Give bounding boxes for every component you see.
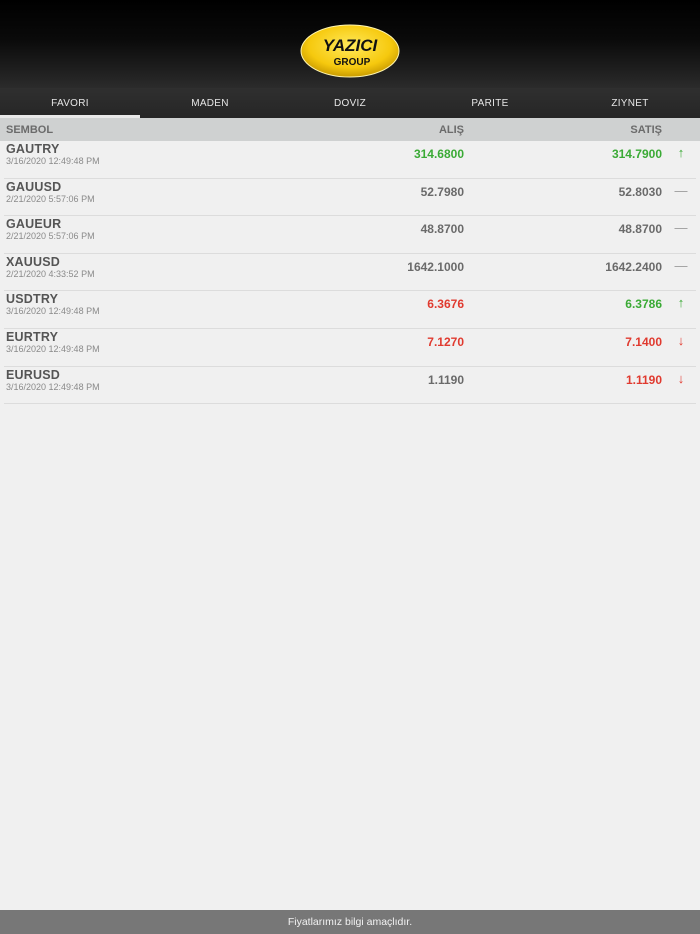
sell-price: 314.7900 bbox=[611, 147, 662, 161]
symbol-label: EURTRY bbox=[6, 329, 59, 344]
sell-price: 48.8700 bbox=[618, 222, 662, 237]
buy-price: 7.1270 bbox=[427, 334, 464, 349]
tab-favori[interactable]: FAVORI bbox=[0, 88, 140, 118]
arrow-up-icon: ↑ bbox=[677, 145, 685, 160]
column-header: SEMBOL ALIŞ SATIŞ bbox=[0, 118, 700, 141]
symbol-label: USDTRY bbox=[6, 292, 59, 307]
update-time: 3/16/2020 12:49:48 PM bbox=[6, 381, 100, 392]
update-time: 2/21/2020 4:33:52 PM bbox=[6, 268, 95, 279]
dash-icon: — bbox=[674, 257, 688, 273]
tab-maden[interactable]: MADEN bbox=[140, 88, 280, 118]
category-tabs: FAVORI MADEN DOVIZ PARITE ZIYNET bbox=[0, 88, 700, 118]
tab-ziynet[interactable]: ZIYNET bbox=[560, 88, 700, 118]
price-row-xauusd[interactable]: XAUUSD 2/21/2020 4:33:52 PM 1642.1000 1642.… bbox=[4, 254, 696, 292]
sell-price: 52.8030 bbox=[618, 184, 662, 199]
price-row-gaueur[interactable]: GAUEUR 2/21/2020 5:57:06 PM 48.8700 48.8700… bbox=[4, 216, 696, 254]
buy-price: 48.8700 bbox=[420, 222, 464, 237]
buy-price: 1.1190 bbox=[427, 372, 464, 387]
buy-price: 1642.1000 bbox=[407, 259, 464, 274]
price-row-eurtry[interactable]: EURTRY 3/16/2020 12:49:48 PM 7.1270 7.1400 ↓ bbox=[4, 329, 696, 367]
buy-price: 6.3676 bbox=[427, 297, 464, 312]
update-time: 2/21/2020 5:57:06 PM bbox=[6, 231, 95, 242]
yazici-group-logo: YAZICI GROUP bbox=[300, 24, 400, 78]
dash-icon: — bbox=[674, 182, 688, 198]
svg-text:YAZICI: YAZICI bbox=[323, 36, 379, 55]
column-sell: SATIŞ bbox=[630, 124, 662, 136]
dash-icon: — bbox=[674, 220, 688, 236]
price-row-gauusd[interactable]: GAUUSD 2/21/2020 5:57:06 PM 52.7980 52.8030… bbox=[4, 179, 696, 217]
update-time: 2/21/2020 5:57:06 PM bbox=[6, 193, 95, 204]
price-row-eurusd[interactable]: EURUSD 3/16/2020 12:49:48 PM 1.1190 1.1190 ↓ bbox=[4, 367, 696, 405]
symbol-label: GAUUSD bbox=[6, 179, 62, 194]
column-buy: ALIŞ bbox=[438, 124, 464, 136]
disclaimer-footer: Fiyatlarımız bilgi amaçlıdır. bbox=[0, 910, 700, 934]
price-row-usdtry[interactable]: USDTRY 3/16/2020 12:49:48 PM 6.3676 6.3786 ↑ bbox=[4, 291, 696, 329]
update-time: 3/16/2020 12:49:48 PM bbox=[6, 156, 100, 166]
sell-price: 7.1400 bbox=[625, 334, 662, 349]
disclaimer-text: Fiyatlarımız bilgi amaçlıdır. bbox=[287, 916, 413, 928]
sell-price: 1642.2400 bbox=[605, 259, 662, 274]
update-time: 3/16/2020 12:49:48 PM bbox=[6, 343, 100, 354]
tab-doviz[interactable]: DOVIZ bbox=[280, 88, 420, 118]
update-time: 3/16/2020 12:49:48 PM bbox=[6, 306, 100, 317]
symbol-label: XAUUSD bbox=[6, 254, 60, 269]
price-row-gautry[interactable]: GAUTRY 3/16/2020 12:49:48 PM 314.6800 314.7… bbox=[4, 141, 696, 179]
arrow-down-icon: ↓ bbox=[677, 370, 685, 386]
column-symbol: SEMBOL bbox=[6, 124, 54, 136]
symbol-label: GAUEUR bbox=[6, 217, 62, 232]
symbol-label: EURUSD bbox=[6, 367, 60, 382]
buy-price: 52.7980 bbox=[420, 184, 464, 199]
arrow-down-icon: ↓ bbox=[677, 332, 685, 348]
sell-price: 6.3786 bbox=[625, 297, 662, 312]
app-header: YAZICI GROUP bbox=[0, 0, 700, 88]
tab-parite[interactable]: PARITE bbox=[420, 88, 560, 118]
buy-price: 314.6800 bbox=[413, 147, 464, 161]
symbol-label: GAUTRY bbox=[6, 142, 60, 156]
price-list: GAUTRY 3/16/2020 12:49:48 PM 314.6800 314.7… bbox=[0, 141, 700, 405]
svg-text:GROUP: GROUP bbox=[334, 57, 371, 68]
sell-price: 1.1190 bbox=[625, 372, 662, 387]
arrow-up-icon: ↑ bbox=[677, 295, 685, 311]
